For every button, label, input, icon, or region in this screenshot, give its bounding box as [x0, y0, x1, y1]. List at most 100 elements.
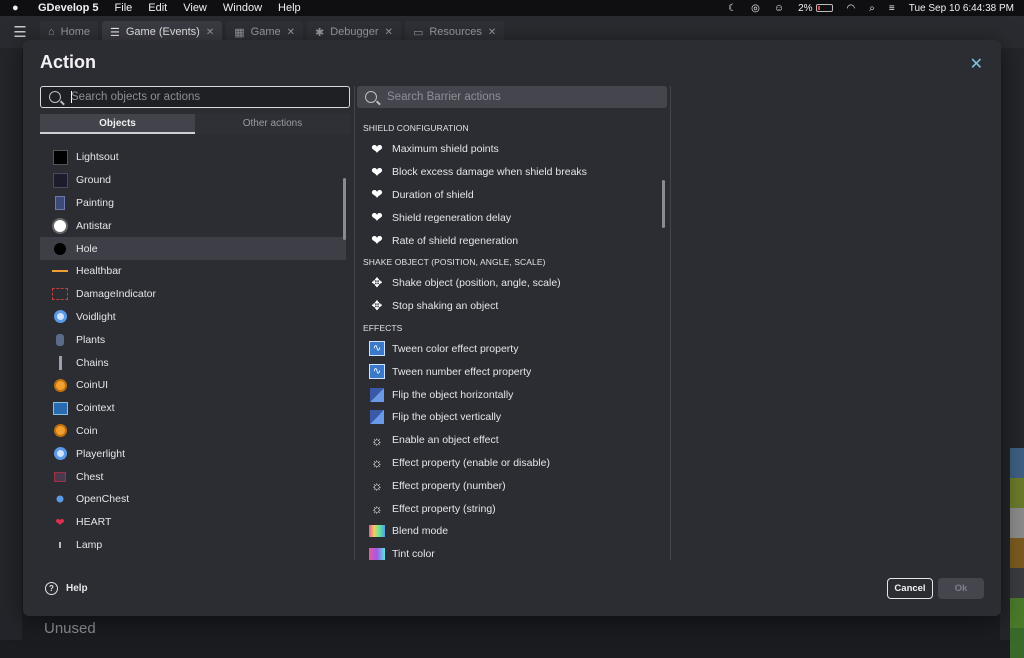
status-area: ☾ ◎ ☺ 2% ◠ ⌕ ≡ Tue Sep 10 6:44:38 PM: [728, 0, 1014, 16]
scene-icon: ▦: [234, 26, 245, 39]
action-label: Duration of shield: [392, 188, 474, 201]
action-item[interactable]: ❤ Duration of shield: [359, 184, 665, 207]
close-icon[interactable]: ✕: [488, 27, 496, 38]
object-item-coinui[interactable]: CoinUI: [40, 374, 346, 397]
battery-indicator[interactable]: 2%: [798, 3, 833, 14]
object-item-chains[interactable]: Chains: [40, 351, 346, 374]
cancel-button[interactable]: Cancel: [887, 578, 933, 599]
search-objects-input[interactable]: [71, 91, 311, 103]
action-label: Tween number effect property: [392, 365, 532, 378]
action-item[interactable]: ❤ Shield regeneration delay: [359, 206, 665, 229]
object-thumbnail: [52, 469, 68, 485]
apple-icon[interactable]: ●: [12, 2, 24, 14]
action-item[interactable]: ☼ Effect property (enable or disable): [359, 452, 665, 475]
action-item[interactable]: ☼ Enable an object effect: [359, 429, 665, 452]
close-icon[interactable]: ✕: [206, 27, 214, 38]
smiley-icon[interactable]: ☺: [774, 3, 784, 14]
object-item-coin[interactable]: Coin: [40, 420, 346, 443]
object-item-openchest[interactable]: OpenChest: [40, 488, 346, 511]
tab-objects[interactable]: Objects: [40, 114, 195, 134]
action-item[interactable]: ✥ Stop shaking an object: [359, 295, 665, 318]
object-item-plants[interactable]: Plants: [40, 328, 346, 351]
action-item[interactable]: Flip the object vertically: [359, 406, 665, 429]
ok-button[interactable]: Ok: [938, 578, 984, 599]
menu-app-name[interactable]: GDevelop 5: [38, 2, 99, 14]
object-thumbnail: [52, 241, 68, 257]
help-button[interactable]: ? Help: [45, 582, 88, 595]
audio-icon[interactable]: ◎: [751, 3, 760, 14]
flip-icon: [369, 409, 385, 425]
wifi-icon[interactable]: ◠: [847, 3, 856, 14]
object-item-heart[interactable]: ❤ HEART: [40, 511, 346, 534]
control-center-icon[interactable]: ≡: [889, 3, 895, 14]
object-name: Healthbar: [76, 265, 122, 278]
menu-file[interactable]: File: [115, 2, 133, 14]
action-list-scrollbar[interactable]: [662, 180, 665, 228]
moon-icon[interactable]: ☾: [728, 3, 737, 14]
object-item-painting[interactable]: Painting: [40, 192, 346, 215]
object-item-lamp[interactable]: Lamp: [40, 534, 346, 557]
events-icon: ☰: [110, 26, 120, 39]
object-item-antistar[interactable]: Antistar: [40, 214, 346, 237]
shield-heart-icon: ❤: [371, 140, 383, 157]
action-item[interactable]: ☼ Effect property (string): [359, 497, 665, 520]
object-thumbnail: [52, 332, 68, 348]
action-item[interactable]: Blend mode: [359, 520, 665, 543]
background-right-panel: [1000, 48, 1024, 658]
move-arrows-icon: ✥: [371, 275, 383, 291]
action-item[interactable]: ∿ Tween color effect property: [359, 338, 665, 361]
object-item-lightsout[interactable]: Lightsout: [40, 146, 346, 169]
action-item[interactable]: ☼ Effect property (number): [359, 474, 665, 497]
action-item[interactable]: Tint color: [359, 543, 665, 560]
shield-heart-icon: ❤: [371, 209, 383, 226]
menu-help[interactable]: Help: [278, 2, 301, 14]
action-label: Rate of shield regeneration: [392, 234, 519, 247]
object-item-voidlight[interactable]: Voidlight: [40, 306, 346, 329]
object-item-ground[interactable]: Ground: [40, 169, 346, 192]
object-item-healthbar[interactable]: Healthbar: [40, 260, 346, 283]
action-item[interactable]: ❤ Maximum shield points: [359, 138, 665, 161]
list-item-clipped[interactable]: [40, 138, 346, 146]
action-label: Effect property (enable or disable): [392, 456, 550, 469]
object-name: HEART: [76, 516, 112, 529]
object-item-chest[interactable]: Chest: [40, 465, 346, 488]
search-actions-field[interactable]: [357, 86, 667, 108]
effect-sun-icon: ☼: [371, 455, 383, 471]
action-item[interactable]: ❤ Rate of shield regeneration: [359, 229, 665, 252]
spotlight-icon[interactable]: ⌕: [869, 3, 875, 14]
menu-view[interactable]: View: [183, 2, 207, 14]
object-name: Chest: [76, 470, 104, 483]
object-thumbnail: [52, 172, 68, 188]
move-arrows-icon: ✥: [371, 298, 383, 314]
clock[interactable]: Tue Sep 10 6:44:38 PM: [909, 3, 1014, 14]
action-label: Tint color: [392, 548, 435, 560]
search-objects-field[interactable]: [40, 86, 350, 108]
tween-icon: ∿: [369, 364, 385, 380]
object-item-damageindicator[interactable]: DamageIndicator: [40, 283, 346, 306]
object-name: CoinUI: [76, 379, 109, 392]
tab-other-actions[interactable]: Other actions: [195, 114, 350, 134]
object-list-scrollbar[interactable]: [343, 178, 346, 240]
object-item-cointext[interactable]: Cointext: [40, 397, 346, 420]
menu-window[interactable]: Window: [223, 2, 262, 14]
close-icon[interactable]: ✕: [970, 54, 983, 74]
object-item-hole[interactable]: Hole: [40, 237, 346, 260]
action-group-header: EFFECTS: [363, 322, 403, 333]
action-label: Shield regeneration delay: [392, 211, 512, 224]
menu-edit[interactable]: Edit: [148, 2, 167, 14]
object-thumbnail: ❤: [55, 516, 65, 529]
close-icon[interactable]: ✕: [385, 27, 393, 38]
action-item[interactable]: ∿ Tween number effect property: [359, 360, 665, 383]
action-item[interactable]: ❤ Block excess damage when shield breaks: [359, 161, 665, 184]
close-icon[interactable]: ✕: [287, 27, 295, 38]
action-item[interactable]: Flip the object horizontally: [359, 383, 665, 406]
shield-heart-icon: ❤: [371, 186, 383, 203]
object-thumbnail: [52, 263, 68, 279]
action-list: SHIELD CONFIGURATION ❤ Maximum shield poin…: [359, 112, 665, 560]
resources-icon: ▭: [412, 26, 424, 39]
object-thumbnail: [52, 446, 68, 462]
search-actions-input[interactable]: [387, 91, 627, 103]
action-item[interactable]: ✥ Shake object (position, angle, scale): [359, 272, 665, 295]
object-thumbnail: [52, 309, 68, 325]
object-item-playerlight[interactable]: Playerlight: [40, 442, 346, 465]
